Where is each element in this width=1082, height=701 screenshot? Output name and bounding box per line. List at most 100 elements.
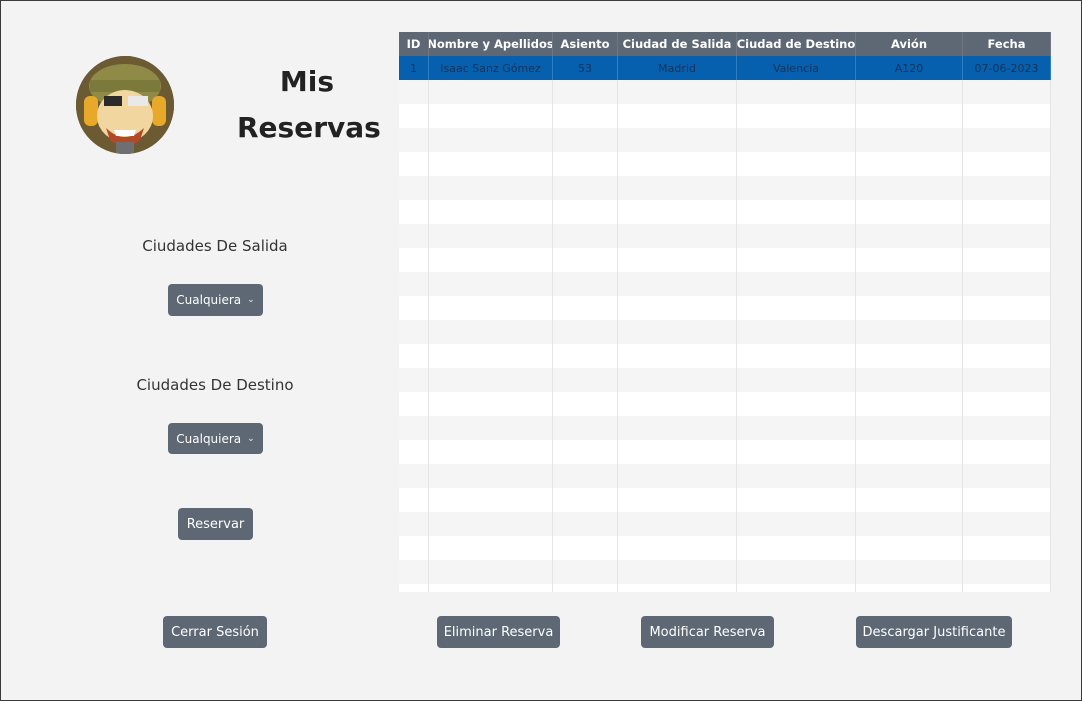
- table-cell: [963, 392, 1051, 416]
- table-cell: [618, 176, 737, 200]
- table-cell: [963, 440, 1051, 464]
- table-cell: [399, 200, 429, 224]
- table-cell: [553, 152, 618, 176]
- table-cell: [553, 512, 618, 536]
- empty-table-row: [399, 512, 1051, 536]
- table-cell: [553, 80, 618, 104]
- table-cell: [856, 536, 963, 560]
- empty-table-row: [399, 488, 1051, 512]
- table-cell: [618, 584, 737, 592]
- destination-select[interactable]: Cualquiera ⌄: [168, 423, 263, 454]
- table-cell: [429, 80, 553, 104]
- column-header[interactable]: Avión: [856, 32, 963, 56]
- column-header[interactable]: Asiento: [553, 32, 618, 56]
- table-cell: [399, 512, 429, 536]
- column-header[interactable]: Ciudad de Salida: [618, 32, 737, 56]
- table-cell: [737, 464, 856, 488]
- table-cell: [429, 344, 553, 368]
- column-header[interactable]: Nombre y Apellidos: [429, 32, 553, 56]
- modify-reservation-button[interactable]: Modificar Reserva: [641, 616, 774, 648]
- table-cell: [618, 392, 737, 416]
- table-cell: [856, 128, 963, 152]
- empty-table-row: [399, 80, 1051, 104]
- table-cell: [737, 344, 856, 368]
- table-cell: [553, 224, 618, 248]
- empty-table-row: [399, 560, 1051, 584]
- table-cell: [737, 584, 856, 592]
- table-cell: [963, 464, 1051, 488]
- page-title: Mis Reservas: [237, 59, 381, 151]
- column-header[interactable]: Ciudad de Destino: [737, 32, 856, 56]
- table-cell: [553, 560, 618, 584]
- table-cell: [553, 176, 618, 200]
- column-header[interactable]: Fecha: [963, 32, 1051, 56]
- table-cell: [737, 104, 856, 128]
- table-cell: [618, 248, 737, 272]
- empty-table-row: [399, 104, 1051, 128]
- reservations-table[interactable]: ID Nombre y Apellidos Asiento Ciudad de Sal…: [399, 32, 1051, 592]
- table-cell: [618, 128, 737, 152]
- destination-label: Ciudades De Destino: [136, 376, 294, 394]
- table-cell: [399, 440, 429, 464]
- table-cell: [737, 512, 856, 536]
- table-cell: [429, 224, 553, 248]
- table-cell: 53: [553, 56, 618, 80]
- table-cell: [399, 296, 429, 320]
- table-cell: [429, 440, 553, 464]
- table-cell: [737, 416, 856, 440]
- table-cell: [737, 488, 856, 512]
- empty-table-row: [399, 392, 1051, 416]
- table-cell: [429, 464, 553, 488]
- table-cell: [553, 248, 618, 272]
- table-cell: [963, 80, 1051, 104]
- table-body: 1 Isaac Sanz Gómez 53 Madrid Valencia A120 07-…: [399, 56, 1051, 592]
- table-cell: [429, 368, 553, 392]
- table-cell: 1: [399, 56, 429, 80]
- empty-table-row: [399, 272, 1051, 296]
- table-cell: [737, 200, 856, 224]
- table-cell: 07-06-2023: [963, 56, 1051, 80]
- logout-button[interactable]: Cerrar Sesión: [163, 616, 267, 648]
- table-cell: [618, 80, 737, 104]
- table-cell: [618, 488, 737, 512]
- table-cell: [553, 536, 618, 560]
- table-cell: [737, 560, 856, 584]
- table-cell: [963, 320, 1051, 344]
- table-cell: [399, 536, 429, 560]
- table-cell: [618, 344, 737, 368]
- table-cell: [856, 104, 963, 128]
- table-cell: [399, 560, 429, 584]
- reserve-button[interactable]: Reservar: [178, 508, 253, 540]
- table-cell: [553, 320, 618, 344]
- table-cell: [856, 512, 963, 536]
- table-cell: [553, 200, 618, 224]
- table-cell: [737, 296, 856, 320]
- table-cell: [553, 488, 618, 512]
- table-cell: [963, 176, 1051, 200]
- table-cell: [399, 416, 429, 440]
- empty-table-row: [399, 296, 1051, 320]
- table-cell: [963, 536, 1051, 560]
- table-cell: [856, 272, 963, 296]
- table-cell: [429, 200, 553, 224]
- delete-reservation-button[interactable]: Eliminar Reserva: [437, 616, 560, 648]
- table-cell: [618, 200, 737, 224]
- empty-table-row: [399, 176, 1051, 200]
- empty-table-row: [399, 320, 1051, 344]
- table-cell: [399, 344, 429, 368]
- empty-table-row: [399, 128, 1051, 152]
- departure-select[interactable]: Cualquiera ⌄: [168, 284, 263, 316]
- destination-select-value: Cualquiera: [176, 431, 242, 446]
- table-cell: [399, 392, 429, 416]
- table-header: ID Nombre y Apellidos Asiento Ciudad de Sal…: [399, 32, 1051, 56]
- table-cell: [429, 512, 553, 536]
- table-cell: [399, 128, 429, 152]
- table-cell: [553, 344, 618, 368]
- table-cell: [856, 80, 963, 104]
- download-receipt-button[interactable]: Descargar Justificante: [856, 616, 1012, 648]
- column-header[interactable]: ID: [399, 32, 429, 56]
- table-row[interactable]: 1 Isaac Sanz Gómez 53 Madrid Valencia A120 07-…: [399, 56, 1051, 80]
- empty-table-row: [399, 344, 1051, 368]
- table-cell: [553, 464, 618, 488]
- table-cell: [856, 320, 963, 344]
